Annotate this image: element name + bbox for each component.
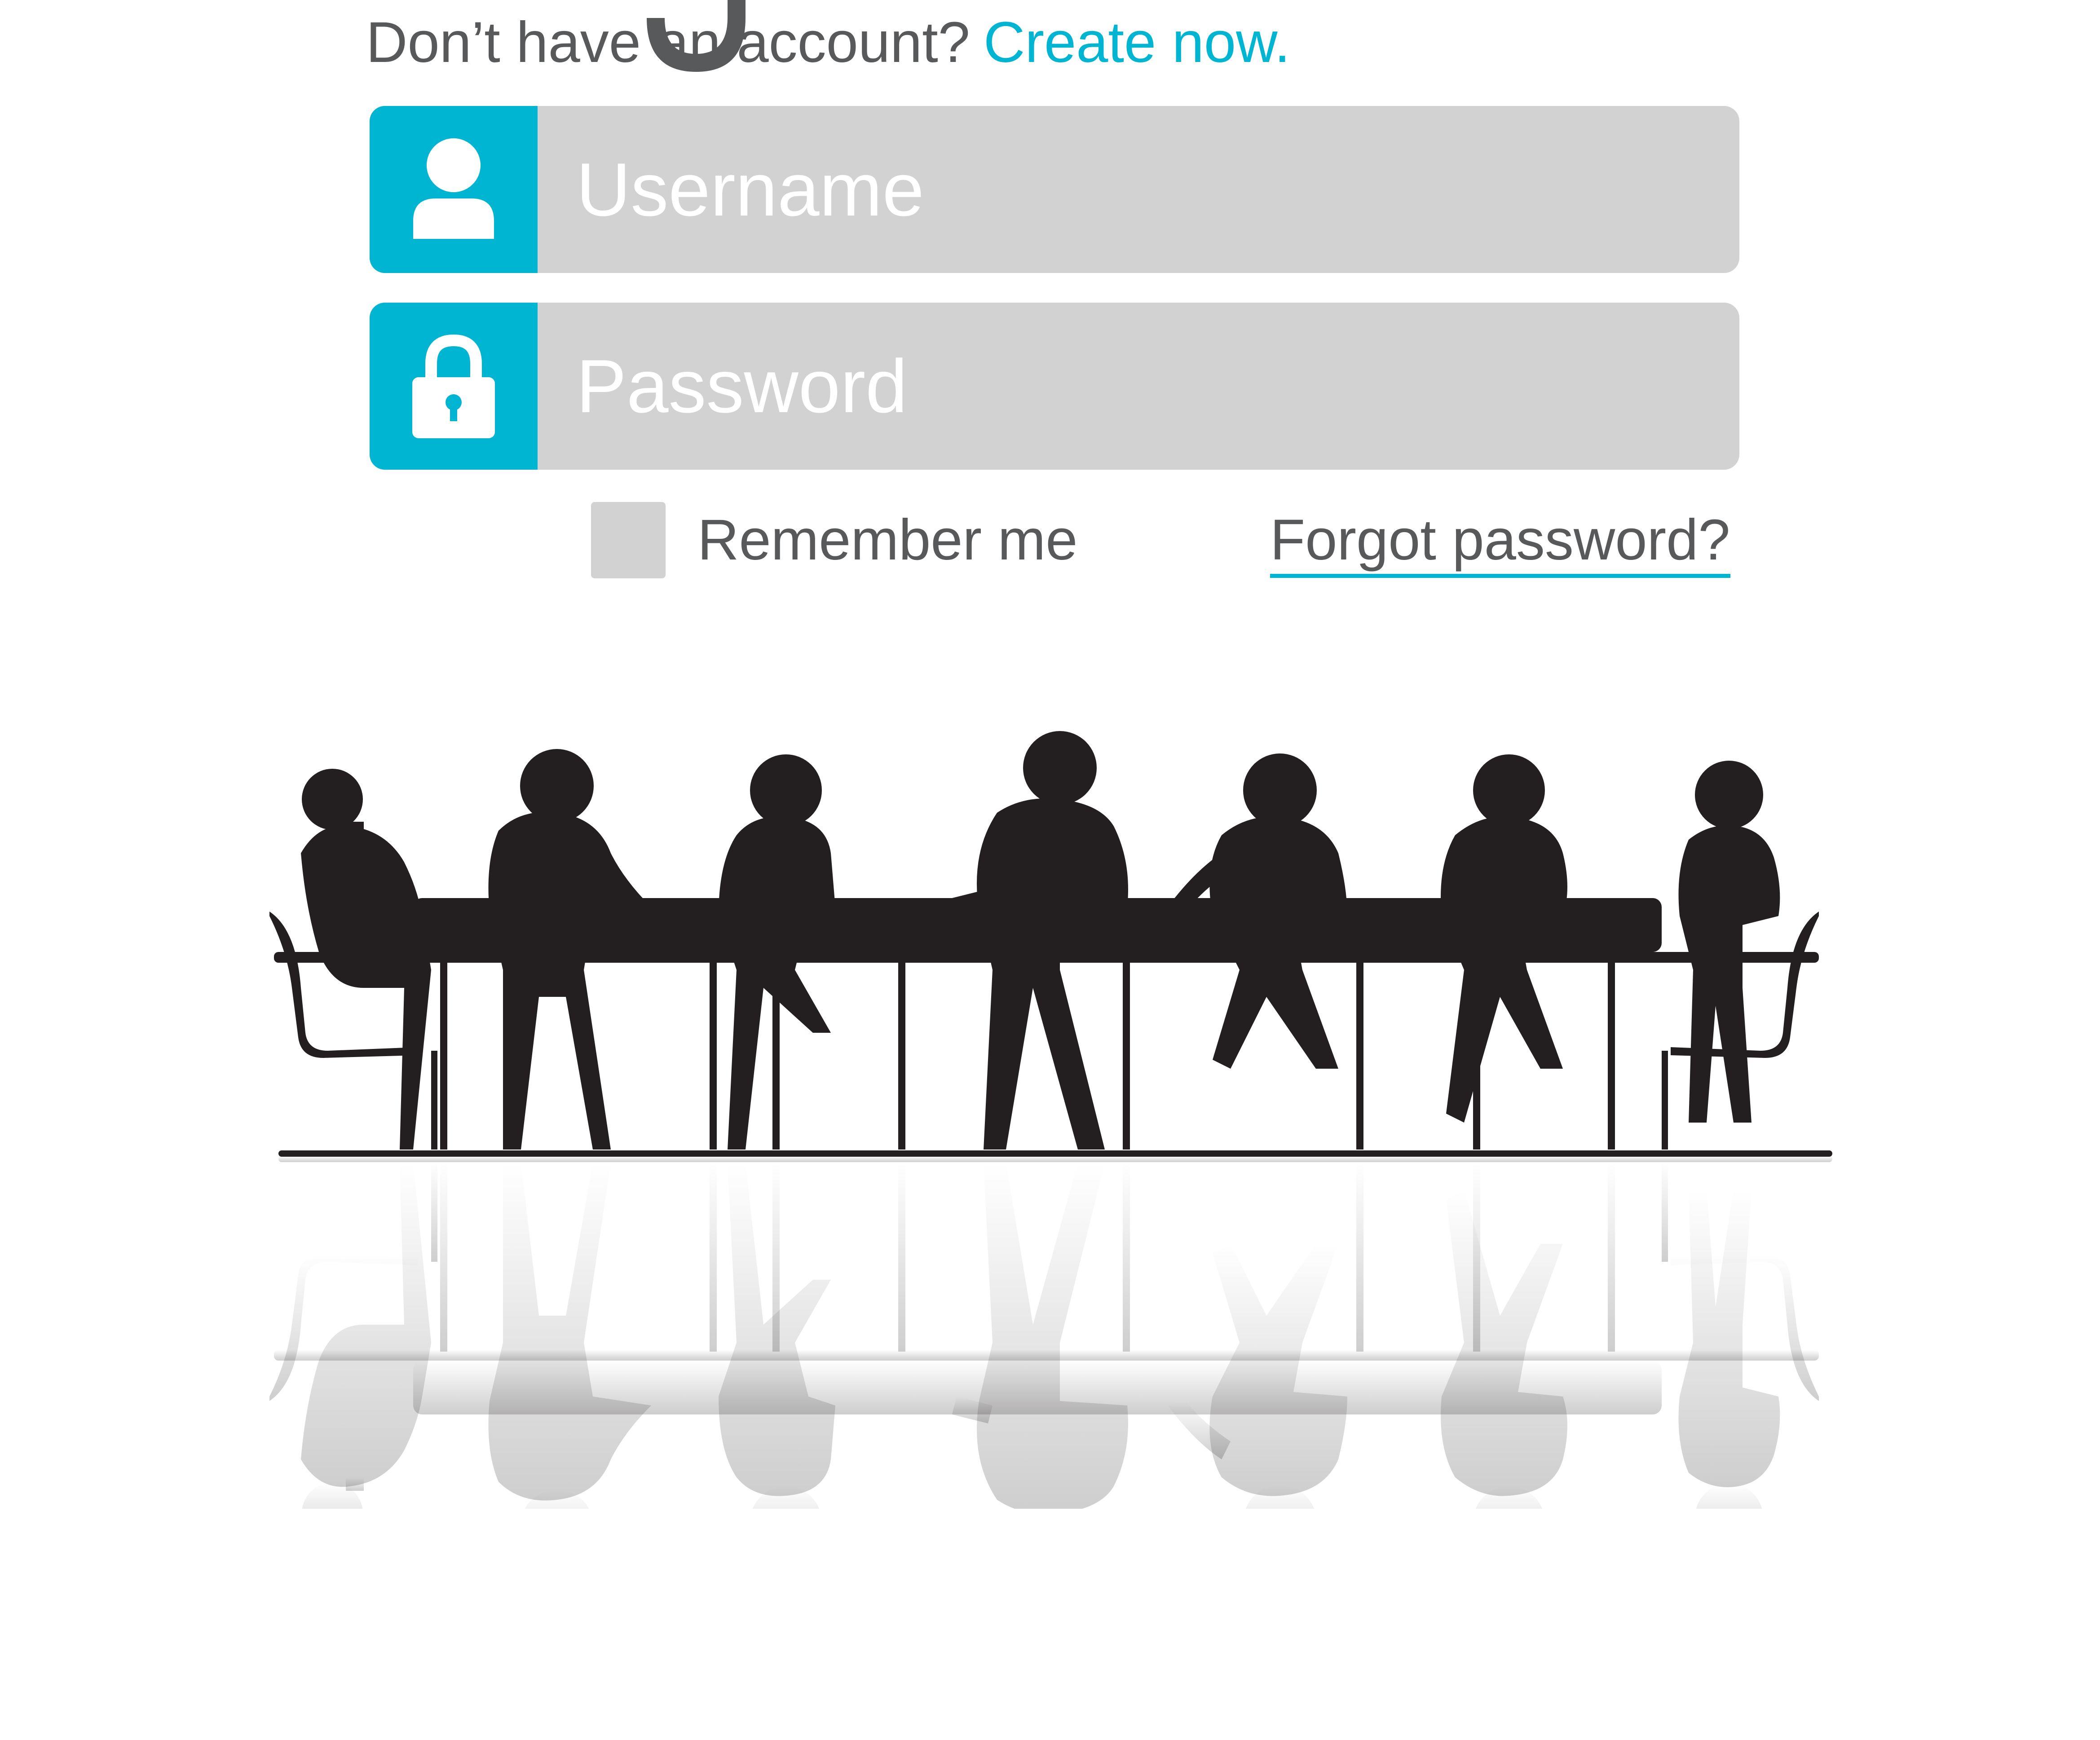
username-placeholder: Username [576,147,924,232]
login-form: Don’t have an account? Create now. Userna… [0,0,2100,593]
remember-me-checkbox[interactable] [591,502,666,578]
signup-prompt-text: Don’t have an account? [366,10,970,75]
user-icon [413,138,494,239]
password-field[interactable]: Password [370,303,1739,470]
password-placeholder: Password [576,344,908,428]
lock-icon [412,334,495,438]
remember-me-label: Remember me [697,508,1078,572]
forgot-password-link[interactable]: Forgot password? [1270,502,1730,578]
create-account-link[interactable]: Create now. [984,10,1290,75]
username-icon-box [370,106,538,273]
signup-prompt-line: Don’t have an account? Create now. [366,9,1290,76]
username-field[interactable]: Username [370,106,1739,273]
meeting-silhouette-illustration [269,718,1841,1509]
password-icon-box [370,303,538,470]
